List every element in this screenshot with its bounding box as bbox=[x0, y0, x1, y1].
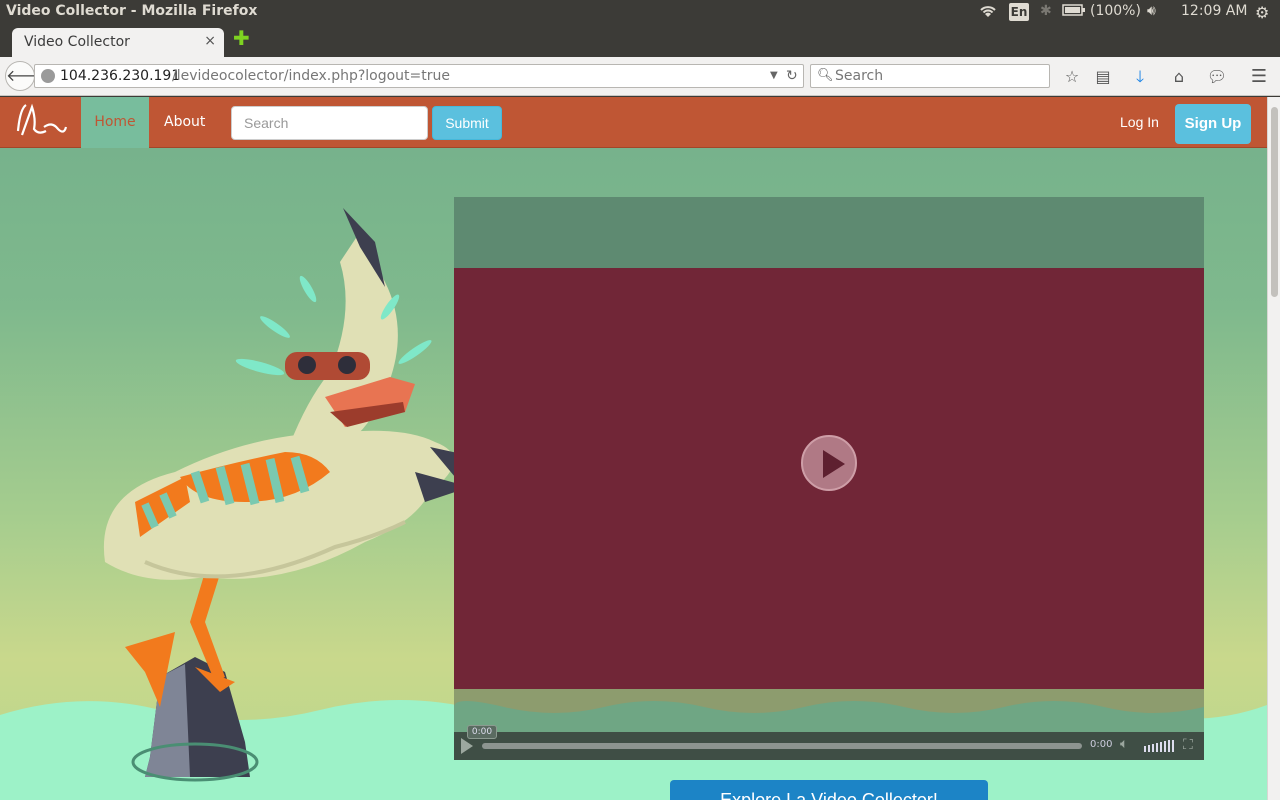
mute-icon[interactable]: 🔈︎ bbox=[1120, 736, 1128, 752]
site-navbar: Home About Search Submit Log In Sign Up bbox=[0, 97, 1267, 148]
scrollbar-thumb[interactable] bbox=[1271, 107, 1278, 297]
download-icon[interactable]: 🡓 bbox=[1129, 66, 1151, 88]
browser-search-bar[interactable]: 🔍︎ Search bbox=[810, 64, 1050, 88]
search-icon: 🔍︎ bbox=[817, 68, 834, 83]
site-logo[interactable] bbox=[14, 101, 70, 145]
progress-track[interactable] bbox=[482, 743, 1082, 749]
browser-search-placeholder: Search bbox=[835, 68, 884, 84]
volume-slider[interactable] bbox=[1144, 740, 1176, 752]
video-controls: 0:00 0:00 🔈︎ ⛶ bbox=[454, 725, 1204, 760]
globe-icon bbox=[41, 69, 55, 83]
fullscreen-icon[interactable]: ⛶ bbox=[1183, 737, 1193, 753]
keyboard-layout-indicator[interactable]: En bbox=[1009, 3, 1029, 21]
page-scrollbar[interactable] bbox=[1267, 97, 1280, 800]
battery-icon[interactable] bbox=[1062, 3, 1086, 21]
seagull-illustration bbox=[103, 208, 490, 782]
battery-percentage: (100%) bbox=[1090, 3, 1141, 19]
play-small-icon[interactable] bbox=[461, 738, 473, 754]
logo-mark bbox=[16, 103, 68, 136]
wifi-icon[interactable] bbox=[978, 3, 998, 23]
reading-list-icon[interactable]: ▤ bbox=[1092, 66, 1114, 88]
volume-icon[interactable]: 🔊︎ bbox=[1147, 3, 1156, 19]
nav-about-link[interactable]: About bbox=[164, 97, 205, 148]
tab-close-icon[interactable]: × bbox=[204, 33, 216, 49]
play-icon bbox=[823, 450, 845, 478]
menu-icon[interactable]: ☰ bbox=[1248, 66, 1270, 88]
login-link[interactable]: Log In bbox=[1120, 97, 1159, 148]
submit-button[interactable]: Submit bbox=[432, 106, 502, 140]
time-tooltip: 0:00 bbox=[467, 725, 497, 739]
bookmark-star-icon[interactable]: ☆ bbox=[1061, 66, 1083, 88]
reload-icon[interactable]: ↻ bbox=[786, 65, 798, 87]
window-title: Video Collector - Mozilla Firefox bbox=[6, 3, 258, 19]
tab-strip: Video Collector × ✚ bbox=[0, 24, 1280, 57]
browser-tab[interactable]: Video Collector × bbox=[12, 28, 224, 57]
clock[interactable]: 12:09 AM bbox=[1181, 3, 1247, 19]
time-display: 0:00 bbox=[1090, 739, 1113, 750]
browser-toolbar: 🡐 104.236.230.191 /levideocolector/index… bbox=[0, 57, 1280, 96]
site-search-input[interactable]: Search bbox=[231, 106, 428, 140]
home-icon[interactable]: ⌂ bbox=[1168, 66, 1190, 88]
os-top-bar: Video Collector - Mozilla Firefox En ✱ (… bbox=[0, 0, 1280, 24]
tab-title: Video Collector bbox=[24, 34, 130, 50]
video-player[interactable]: 0:00 0:00 🔈︎ ⛶ bbox=[454, 197, 1204, 760]
chat-icon[interactable]: 💬︎ bbox=[1206, 66, 1228, 88]
url-history-dropdown-icon[interactable]: ▼ bbox=[770, 65, 778, 87]
web-page: Home About Search Submit Log In Sign Up … bbox=[0, 97, 1267, 800]
signup-button[interactable]: Sign Up bbox=[1175, 104, 1251, 144]
url-bar[interactable]: 104.236.230.191 /levideocolector/index.p… bbox=[34, 64, 804, 88]
back-button[interactable]: 🡐 bbox=[5, 61, 49, 91]
video-wave-decoration bbox=[454, 689, 1204, 713]
video-lower-band bbox=[454, 689, 1204, 732]
bluetooth-icon[interactable]: ✱ bbox=[1040, 3, 1052, 19]
gear-icon[interactable]: ⚙ bbox=[1255, 3, 1269, 22]
explore-button[interactable]: Explore La Video Collector! bbox=[670, 780, 988, 800]
nav-home-link[interactable]: Home bbox=[81, 97, 149, 148]
url-path: /levideocolector/index.php?logout=true bbox=[172, 68, 451, 84]
new-tab-icon[interactable]: ✚ bbox=[233, 26, 250, 50]
play-button-large[interactable] bbox=[801, 435, 857, 491]
url-host: 104.236.230.191 bbox=[60, 68, 181, 84]
